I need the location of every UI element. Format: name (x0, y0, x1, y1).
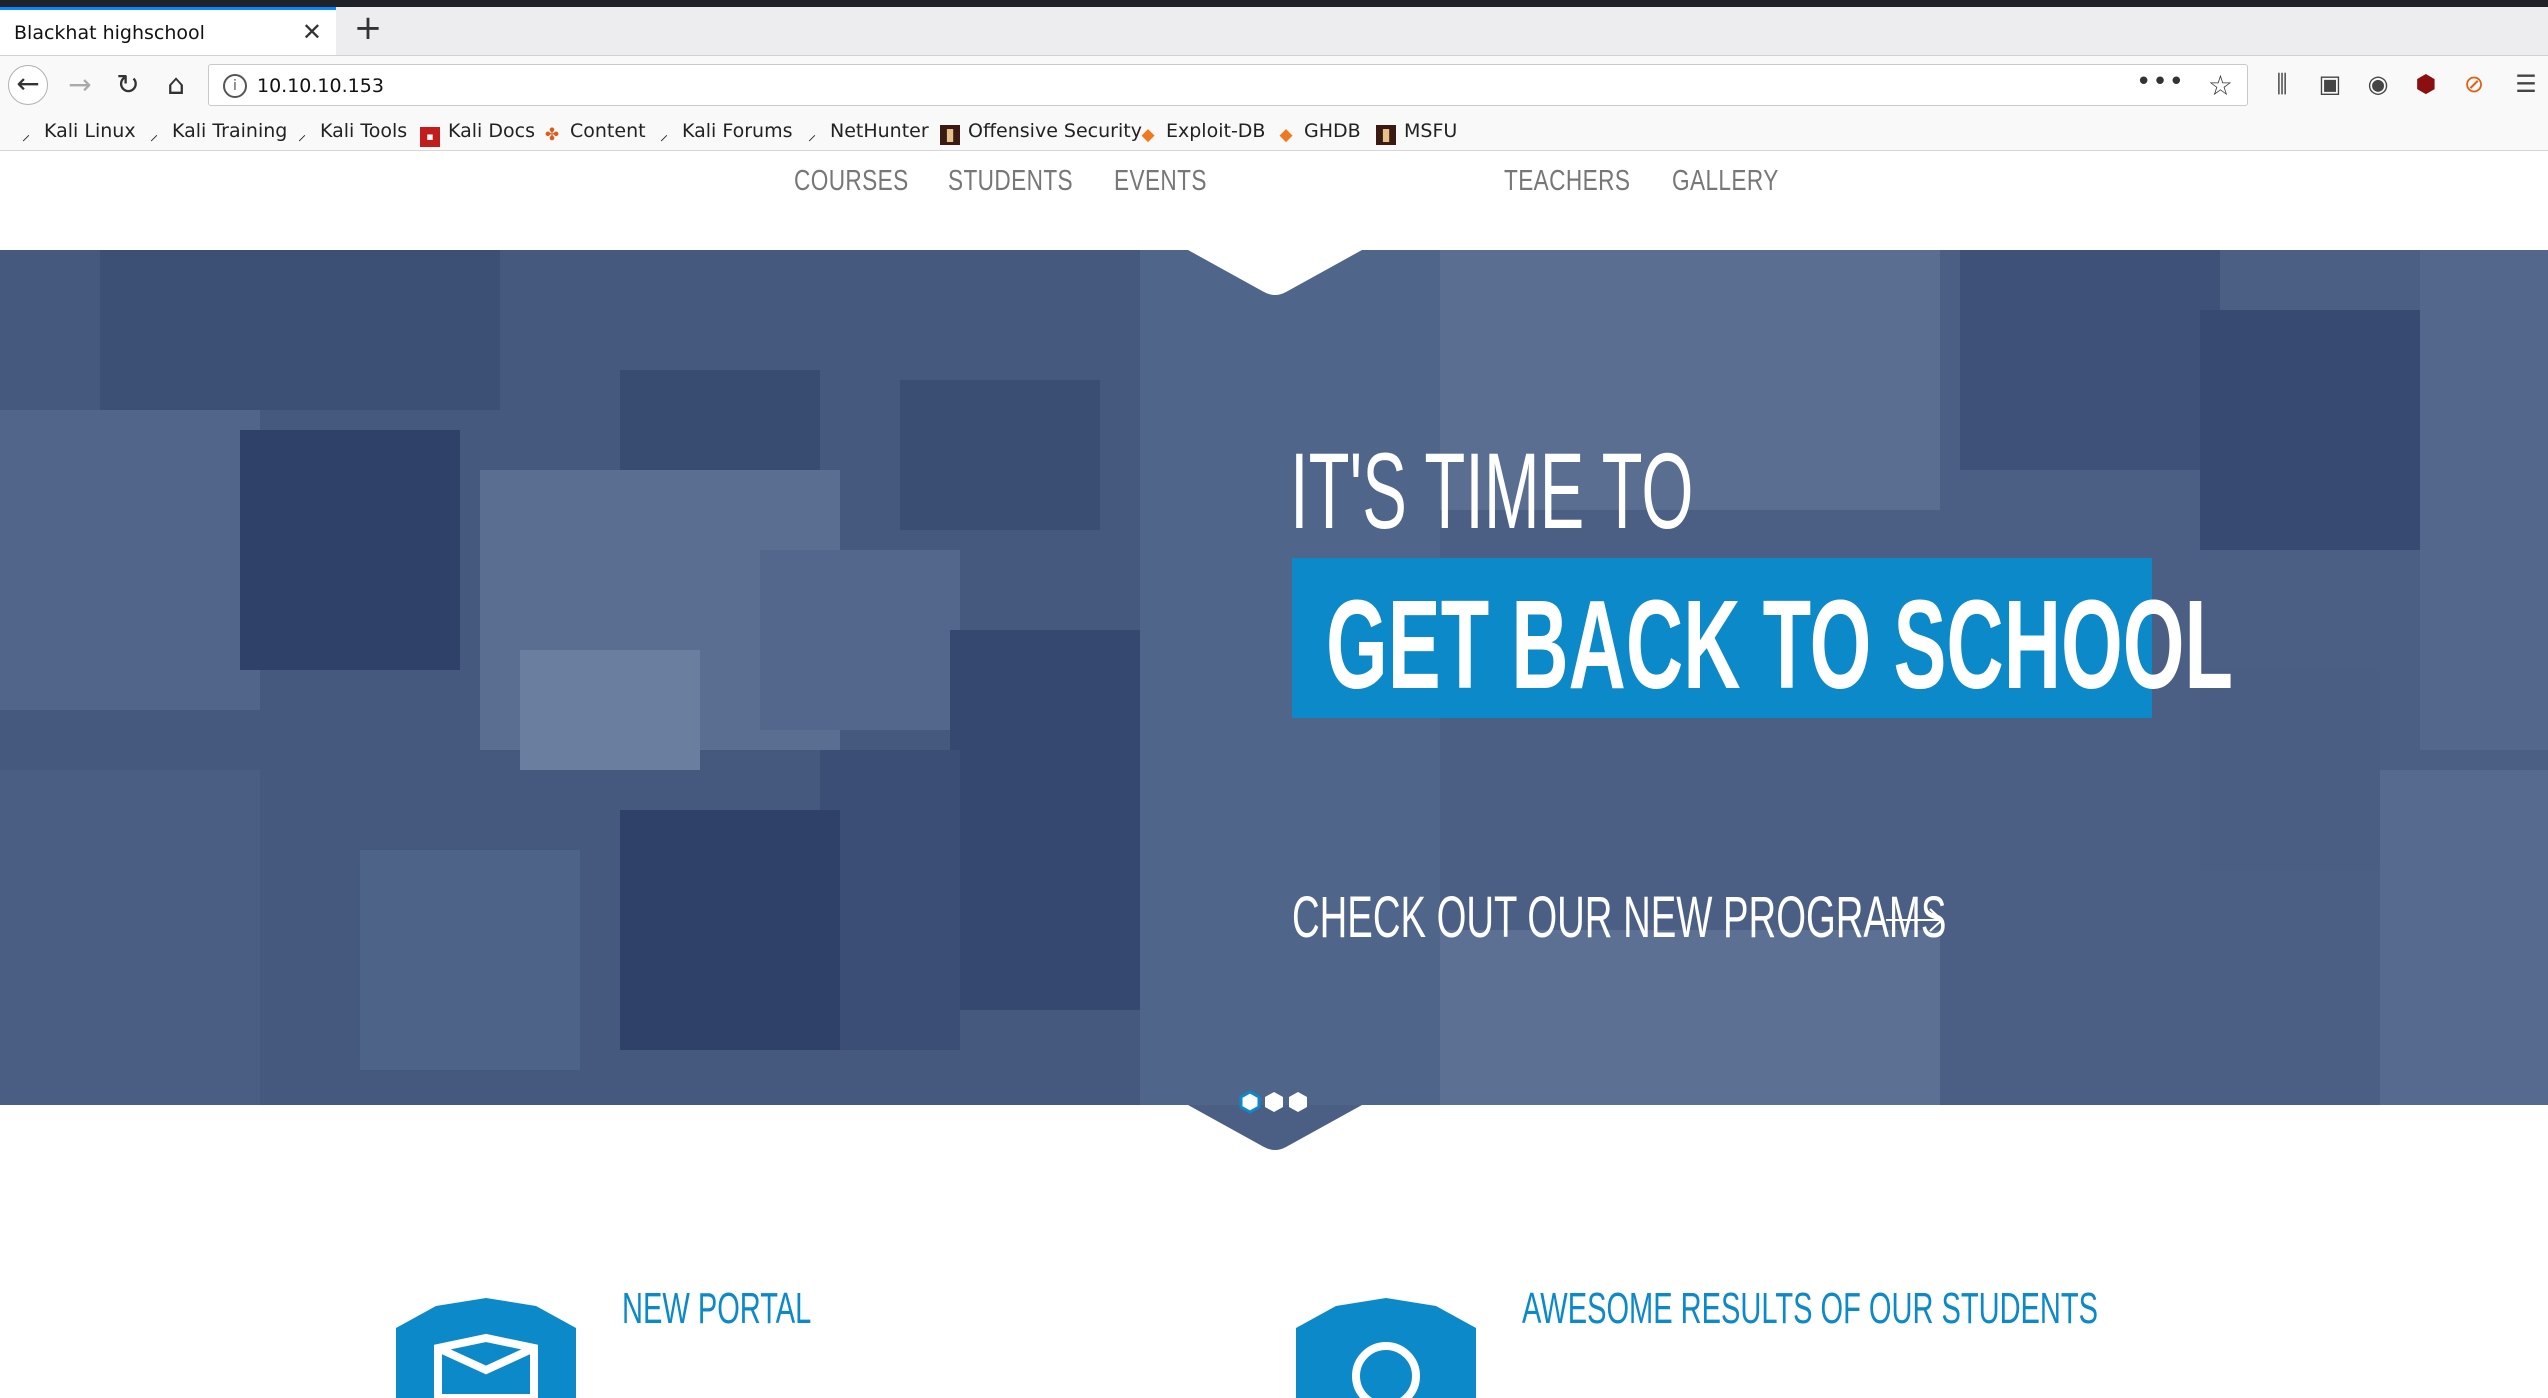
results-badge-icon (1296, 1298, 1476, 1398)
nav-events[interactable]: EVENTS (1114, 165, 1207, 198)
joomla-icon: ✤ (544, 125, 560, 145)
library-icon[interactable]: ⫼ (2266, 68, 2298, 100)
nav-courses[interactable]: COURSES (794, 165, 909, 198)
bookmark-kali-forums[interactable]: ⸝ Kali Forums (654, 120, 793, 145)
account-icon[interactable]: ◉ (2362, 68, 2394, 100)
reload-button[interactable]: ↻ (108, 65, 148, 105)
kali-dragon-icon: ⸝ (807, 125, 817, 145)
kali-dragon-icon: ⸝ (297, 125, 307, 145)
bookmark-nethunter[interactable]: ⸝ NetHunter (802, 120, 929, 145)
kali-dragon-icon: ⸝ (659, 125, 669, 145)
bookmark-star-icon[interactable]: ☆ (2208, 69, 2233, 102)
bookmarks-toolbar: ⸝ Kali Linux ⸝ Kali Training ⸝ Kali Tools ▪… (0, 114, 2548, 151)
slide-dot-1 (1239, 1090, 1261, 1114)
nav-students[interactable]: STUDENTS (948, 165, 1073, 198)
msfu-icon: ▮ (1376, 125, 1396, 145)
ublock-icon[interactable]: ⬢ (2410, 68, 2442, 100)
feature-title-awesome-results: AWESOME RESULTS OF OUR STUDENTS (1522, 1284, 2099, 1333)
close-tab-icon[interactable]: ✕ (302, 18, 322, 46)
tab-bar: Blackhat highschool ✕ + (0, 7, 2548, 56)
url-text[interactable]: 10.10.10.153 (257, 75, 384, 97)
bookmark-offensive-security[interactable]: ▮ Offensive Security (940, 120, 1142, 145)
ghdb-icon: ◆ (1279, 125, 1293, 145)
nav-gallery[interactable]: GALLERY (1672, 165, 1779, 198)
forward-button[interactable]: → (60, 65, 100, 105)
hero-cta-link[interactable]: CHECK OUT OUR NEW PROGRAMS (1292, 884, 1946, 951)
bookmark-msfu[interactable]: ▮ MSFU (1376, 120, 1457, 145)
portal-mail-icon (396, 1298, 576, 1398)
feature-title-new-portal: NEW PORTAL (622, 1284, 812, 1333)
page-actions-icon[interactable]: ••• (2136, 67, 2185, 97)
site-navigation: COURSES STUDENTS EVENTS TEACHERS GALLERY (0, 151, 2548, 250)
site-info-icon[interactable]: i (223, 74, 247, 98)
hero-heading-small: IT'S TIME TO (1290, 430, 1694, 551)
bookmark-ghdb[interactable]: ◆ GHDB (1276, 120, 1360, 145)
kali-dragon-icon: ⸝ (21, 125, 31, 145)
exploit-db-icon: ◆ (1141, 125, 1155, 145)
slide-dot-2 (1265, 1092, 1283, 1112)
slide-dot-3 (1289, 1092, 1307, 1112)
bookmark-exploit-db[interactable]: ◆ Exploit-DB (1138, 120, 1265, 145)
hero-heading-box: GET BACK TO SCHOOL (1292, 558, 2233, 718)
bookmark-kali-training[interactable]: ⸝ Kali Training (144, 120, 288, 145)
home-button[interactable]: ⌂ (156, 65, 196, 105)
hero-heading-large: GET BACK TO SCHOOL (1326, 574, 2234, 715)
kali-dragon-icon: ⸝ (149, 125, 159, 145)
bookmark-kali-linux[interactable]: ⸝ Kali Linux (16, 120, 136, 145)
sidebar-icon[interactable]: ▣ (2314, 68, 2346, 100)
url-bar[interactable]: i 10.10.10.153 ••• ☆ (208, 64, 2248, 106)
navigation-toolbar: ← → ↻ ⌂ i 10.10.10.153 ••• ☆ ⫼ ▣ ◉ ⬢ ⊘ ☰ (0, 56, 2548, 114)
bookmark-kali-docs[interactable]: ▪ Kali Docs (420, 120, 535, 147)
tab-active[interactable]: Blackhat highschool ✕ (0, 7, 336, 55)
new-tab-icon[interactable]: + (350, 11, 386, 47)
nav-teachers[interactable]: TEACHERS (1504, 165, 1630, 198)
menu-icon[interactable]: ☰ (2510, 68, 2542, 100)
slider-dots (1239, 1090, 1307, 1114)
window-top-strip (0, 0, 2548, 7)
docs-icon: ▪ (420, 127, 440, 147)
bookmark-content[interactable]: ✤ Content (542, 120, 646, 145)
back-button[interactable]: ← (8, 65, 48, 105)
offsec-icon: ▮ (940, 125, 960, 145)
bookmark-kali-tools[interactable]: ⸝ Kali Tools (292, 120, 407, 145)
tab-title: Blackhat highschool (14, 22, 205, 44)
arrow-right-icon[interactable] (1886, 906, 1944, 934)
extension-icon[interactable]: ⊘ (2458, 68, 2490, 100)
hero-top-notch (1188, 250, 1362, 295)
